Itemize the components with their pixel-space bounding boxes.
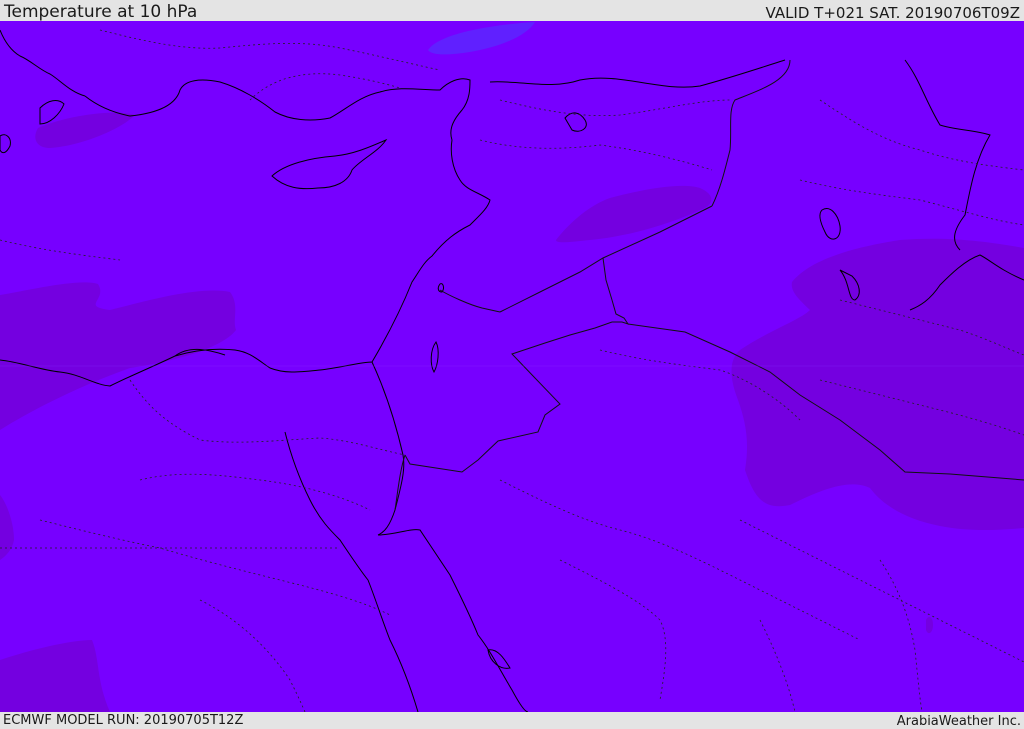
map-header: Temperature at 10 hPa VALID T+021 SAT. 2… — [0, 0, 1024, 21]
valid-time-label: VALID T+021 SAT. 20190706T09Z — [765, 4, 1020, 22]
credit-label: ArabiaWeather Inc. — [896, 714, 1021, 729]
model-run-label: ECMWF MODEL RUN: 20190705T12Z — [3, 713, 244, 728]
map-canvas — [0, 21, 1024, 712]
map-title: Temperature at 10 hPa — [4, 2, 198, 22]
map-footer: ECMWF MODEL RUN: 20190705T12Z ArabiaWeat… — [0, 712, 1024, 729]
